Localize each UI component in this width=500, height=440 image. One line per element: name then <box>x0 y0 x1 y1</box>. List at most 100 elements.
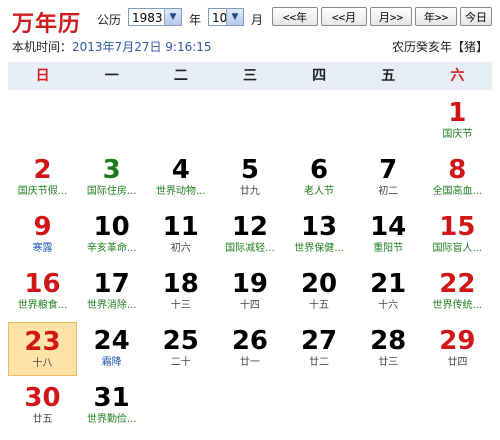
day-number: 28 <box>370 326 407 356</box>
day-cell[interactable]: 6 老人节 <box>285 151 354 205</box>
day-cell[interactable]: 29 廿四 <box>423 322 492 376</box>
day-subtext: 十四 <box>239 300 260 311</box>
day-subtext: 初六 <box>170 243 191 254</box>
day-subtext: 十六 <box>378 300 399 311</box>
day-cell[interactable]: 13 世界保健... <box>285 208 354 262</box>
day-subtext: 十五 <box>309 300 330 311</box>
day-number: 4 <box>171 155 190 185</box>
calendar-type-label: 公历 <box>97 13 122 27</box>
weekday-thu: 四 <box>312 68 327 84</box>
next-year-button[interactable]: 年>> <box>415 7 457 26</box>
day-number: 11 <box>162 212 199 242</box>
day-cell[interactable]: 28 廿三 <box>354 322 423 376</box>
day-cell[interactable]: 5 廿九 <box>215 151 284 205</box>
day-cell[interactable]: 25 二十 <box>146 322 215 376</box>
day-number: 3 <box>102 155 121 185</box>
weekday-header: 日 一 二 三 四 五 六 <box>8 62 492 90</box>
day-cell[interactable]: 17 世界消除... <box>77 265 146 319</box>
day-subtext: 十八 <box>32 358 53 369</box>
weekday-fri: 五 <box>381 68 396 84</box>
day-number: 25 <box>162 326 199 356</box>
day-number: 18 <box>162 269 199 299</box>
day-number: 14 <box>370 212 407 242</box>
year-select[interactable]: 1983 ▼ <box>128 8 182 26</box>
day-number: 7 <box>379 155 398 185</box>
day-cell[interactable]: 3 国际住房... <box>77 151 146 205</box>
day-number: 19 <box>231 269 268 299</box>
day-cell[interactable]: 16 世界粮食... <box>8 265 77 319</box>
day-cell[interactable]: 30 廿五 <box>8 379 77 433</box>
day-number: 20 <box>300 269 338 299</box>
day-number: 13 <box>300 212 338 242</box>
day-cell[interactable]: 12 国际减轻... <box>215 208 284 262</box>
year-select-value: 1983 <box>132 11 163 25</box>
day-subtext: 国庆节假... <box>17 186 68 197</box>
weekday-mon: 一 <box>104 68 119 84</box>
day-cell[interactable]: 7 初二 <box>354 151 423 205</box>
day-cell[interactable]: 22 世界传统... <box>423 265 492 319</box>
today-button[interactable]: 今日 <box>460 7 492 26</box>
chevron-down-icon[interactable]: ▼ <box>164 9 181 25</box>
lunar-year-label: 农历癸亥年【猪】 <box>391 40 488 54</box>
day-cell[interactable]: 8 全国高血... <box>423 151 492 205</box>
day-cell[interactable]: 18 十三 <box>146 265 215 319</box>
day-cell[interactable]: 10 辛亥革命... <box>77 208 146 262</box>
day-number: 26 <box>231 326 268 356</box>
day-subtext: 国际盲人... <box>432 243 483 254</box>
day-cell[interactable]: 1 国庆节 <box>423 94 492 148</box>
day-cell[interactable]: 11 初六 <box>146 208 215 262</box>
day-subtext: 世界粮食... <box>17 300 68 311</box>
day-cell[interactable]: 24 霜降 <box>77 322 146 376</box>
day-number: 27 <box>300 326 338 356</box>
day-subtext: 辛亥革命... <box>86 243 137 254</box>
day-number: 17 <box>93 269 130 299</box>
day-cell[interactable]: 26 廿一 <box>215 322 284 376</box>
month-select[interactable]: 10 ▼ <box>208 8 244 26</box>
day-subtext: 国际减轻... <box>225 243 275 254</box>
day-number: 9 <box>33 212 52 242</box>
day-cell[interactable]: 27 廿二 <box>285 322 354 376</box>
day-number: 29 <box>439 326 476 356</box>
day-number: 23 <box>24 327 61 357</box>
day-subtext: 老人节 <box>304 186 335 197</box>
local-time-info: 本机时间：2013年7月27日 9:16:15 <box>12 38 212 55</box>
year-label: 年 <box>189 13 202 27</box>
day-subtext: 国庆节 <box>442 129 473 140</box>
day-number: 5 <box>240 155 259 185</box>
day-cell[interactable]: 4 世界动物... <box>146 151 215 205</box>
day-number: 10 <box>93 212 130 242</box>
day-subtext: 廿九 <box>239 186 260 197</box>
day-number: 1 <box>448 98 467 128</box>
day-cell[interactable]: 20 十五 <box>285 265 354 319</box>
prev-year-button[interactable]: <<年 <box>272 7 318 26</box>
calendar-toolbar: 万年历 公历 1983 ▼ 年 10 ▼ 月 <<年 <<月 月>> 年>> 今… <box>0 0 500 62</box>
day-number: 21 <box>370 269 407 299</box>
day-cell[interactable]: 31 世界勤俭... <box>77 379 146 433</box>
day-cell[interactable]: 15 国际盲人... <box>423 208 492 262</box>
day-subtext: 廿一 <box>239 357 260 368</box>
next-month-button[interactable]: 月>> <box>370 7 412 26</box>
month-label: 月 <box>251 13 264 27</box>
weekday-tue: 二 <box>173 68 188 84</box>
weekday-wed: 三 <box>242 68 257 84</box>
day-cell-today[interactable]: 23 十八 <box>8 322 77 376</box>
prev-month-button[interactable]: <<月 <box>321 7 367 26</box>
day-subtext: 廿五 <box>32 414 53 425</box>
day-number: 12 <box>231 212 268 242</box>
day-cell[interactable]: 2 国庆节假... <box>8 151 77 205</box>
day-subtext: 国际住房... <box>86 186 137 197</box>
day-subtext: 重阳节 <box>373 243 404 254</box>
day-cell[interactable]: 9 寒露 <box>8 208 77 262</box>
day-number: 8 <box>448 155 467 185</box>
month-select-value: 10 <box>212 11 228 25</box>
day-cell[interactable]: 21 十六 <box>354 265 423 319</box>
day-cell[interactable]: 19 十四 <box>215 265 284 319</box>
day-subtext: 世界勤俭... <box>86 414 137 425</box>
day-number: 24 <box>93 326 130 356</box>
day-number: 30 <box>24 383 61 413</box>
day-subtext: 二十 <box>170 357 191 368</box>
app-title: 万年历 <box>12 11 82 37</box>
day-cell[interactable]: 14 重阳节 <box>354 208 423 262</box>
chevron-down-icon[interactable]: ▼ <box>226 9 243 25</box>
day-number: 16 <box>24 269 61 299</box>
